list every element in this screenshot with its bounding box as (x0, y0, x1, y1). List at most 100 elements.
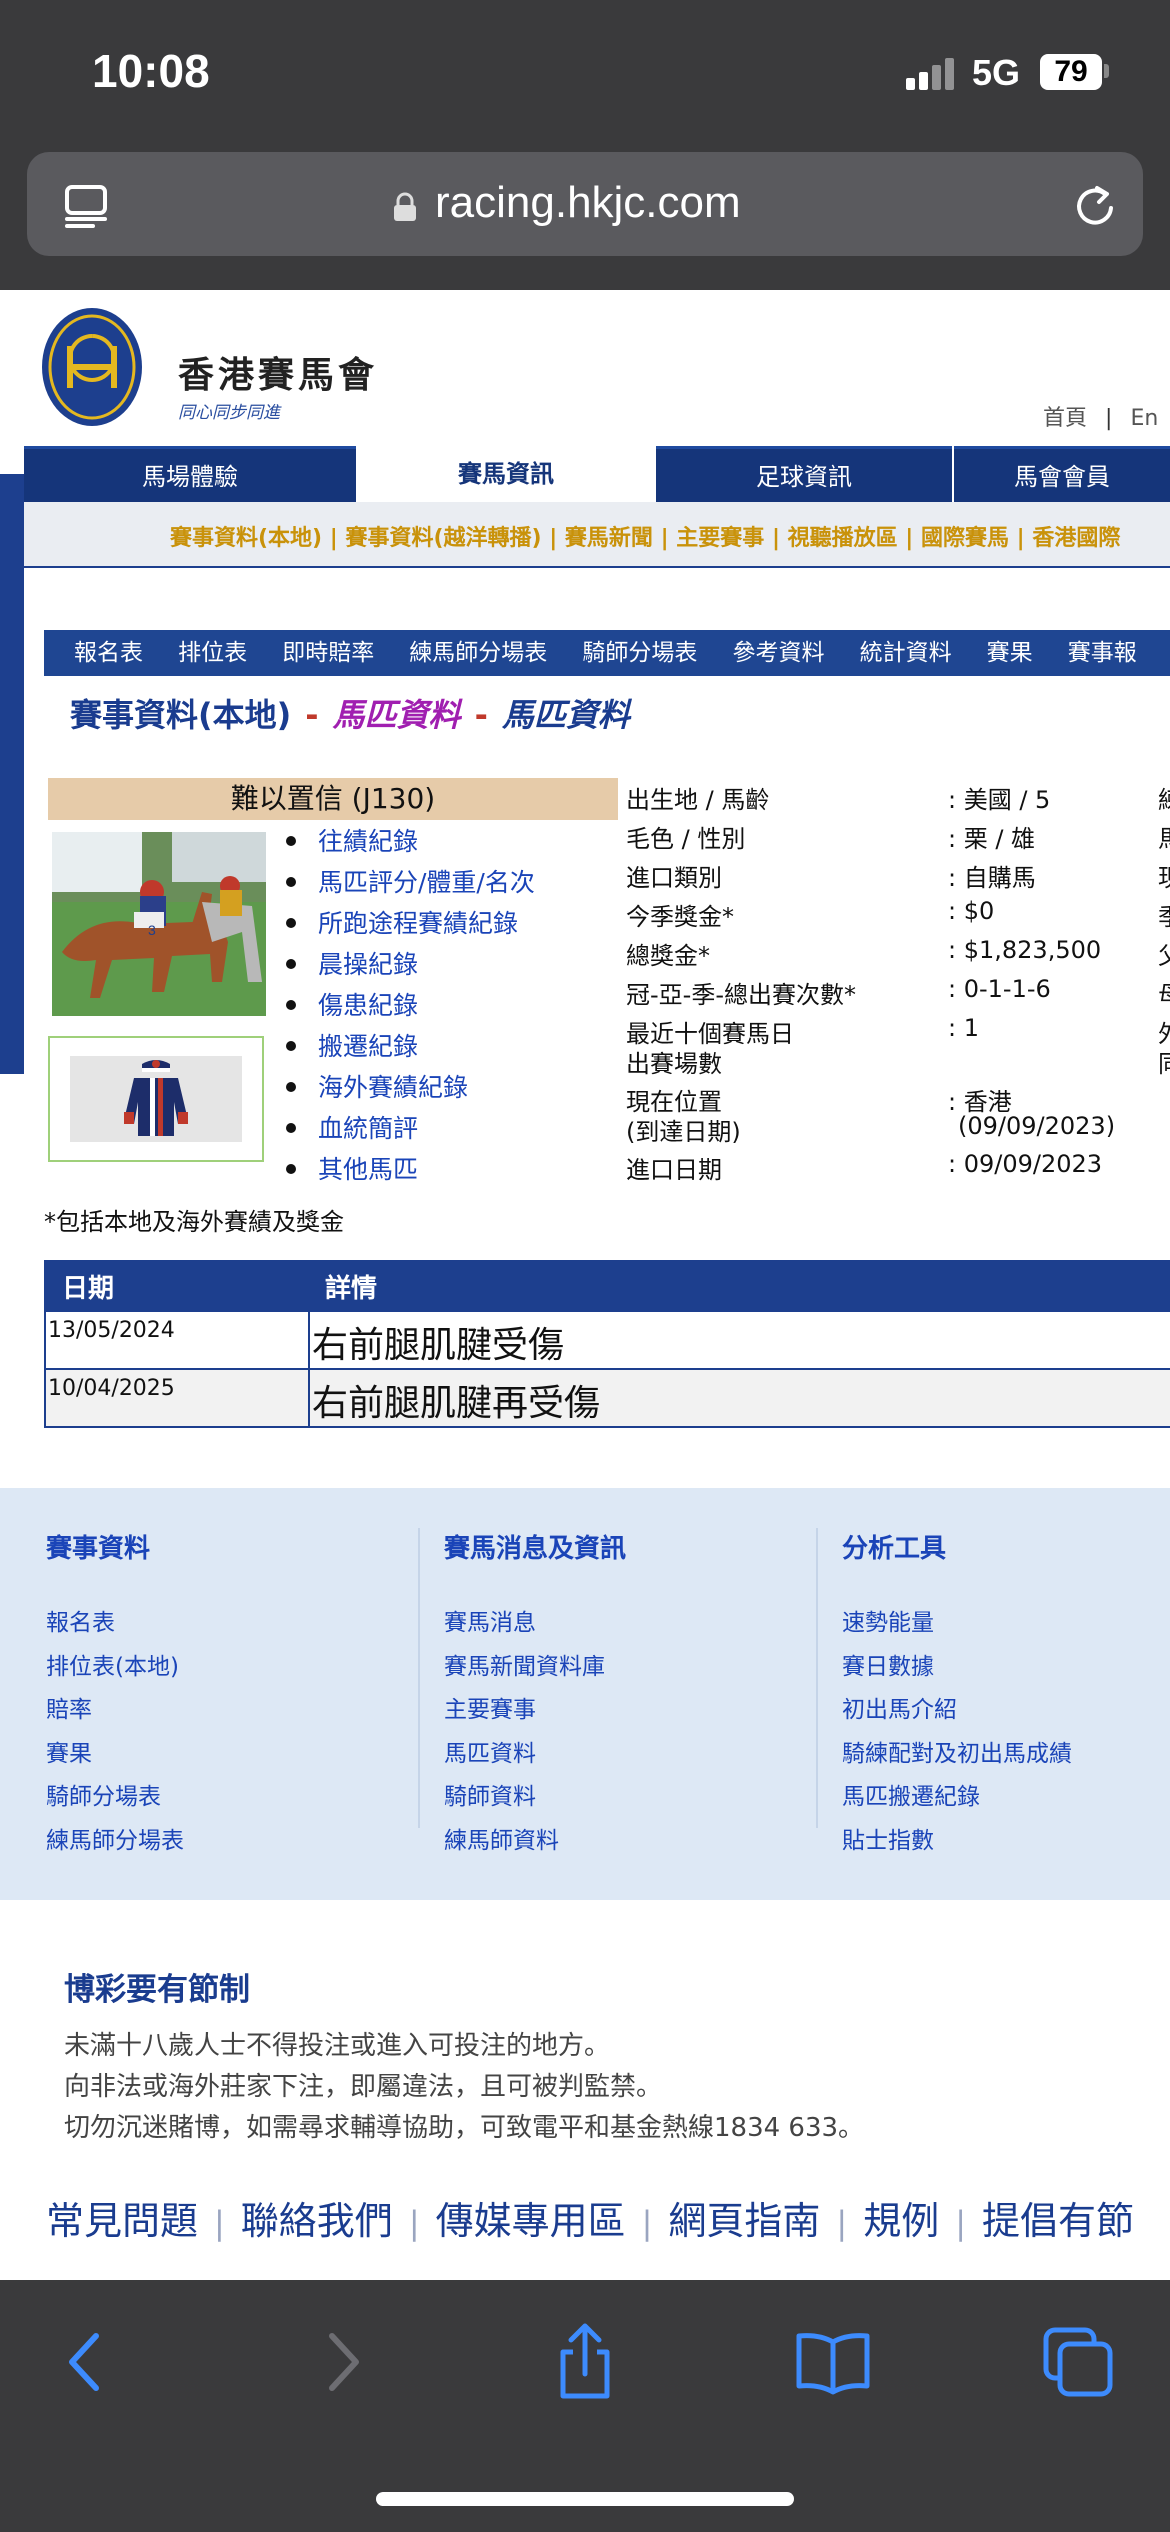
browser-address-area: racing.hkjc.com (0, 140, 1170, 290)
footer-link[interactable]: 賽馬新聞資料庫 (444, 1647, 626, 1691)
tab-racing-info[interactable]: 賽馬資訊 (358, 446, 654, 502)
horse-record-links: 往績紀錄 馬匹評分/體重/名次 所跑途程賽績紀錄 晨操紀錄 傷患紀錄 搬遷紀錄 … (284, 822, 535, 1191)
footer-heading: 賽馬消息及資訊 (444, 1534, 627, 1564)
section-nav-entries[interactable]: 報名表 (74, 630, 143, 676)
link-distance-records[interactable]: 所跑途程賽績紀錄 (284, 904, 535, 945)
section-nav-results[interactable]: 賽果 (987, 630, 1033, 676)
link-responsible-gambling[interactable]: 提倡有節 (982, 2199, 1134, 2243)
share-icon[interactable] (545, 2322, 625, 2402)
page-title-sub1: 馬匹資料 (332, 696, 461, 734)
browser-toolbar (0, 2280, 1170, 2532)
footer-link[interactable]: 貼士指數 (842, 1821, 1072, 1865)
link-contact-us[interactable]: 聯絡我們 (241, 2199, 393, 2243)
link-faq[interactable]: 常見問題 (46, 2199, 198, 2243)
link-pedigree-comment[interactable]: 血統簡評 (284, 1109, 535, 1150)
footer-heading: 賽事資料 (46, 1534, 151, 1564)
section-nav-race-card[interactable]: 排位表 (178, 630, 247, 676)
link-overseas-records[interactable]: 海外賽績紀錄 (284, 1068, 535, 1109)
brand-name: 香港賽馬會 (178, 354, 379, 396)
footer-column-race-info: 賽事資料 報名表 排位表(本地) 賠率 賽果 騎師分場表 練馬師分場表 (46, 1528, 184, 1865)
table-header-row: 日期 詳情 (45, 1261, 1170, 1311)
column-header-detail: 詳情 (309, 1261, 1170, 1311)
footer-link[interactable]: 馬匹資料 (444, 1734, 626, 1778)
footer-link[interactable]: 馬匹搬遷紀錄 (842, 1777, 1072, 1821)
bookmarks-icon[interactable] (793, 2322, 873, 2402)
tabs-icon[interactable] (1038, 2322, 1118, 2402)
footer-link[interactable]: 騎練配對及初出馬成績 (842, 1734, 1072, 1778)
responsible-gambling: 博彩要有節制 未滿十八歲人士不得投注或進入可投注的地方。 向非法或海外莊家下注，… (64, 1964, 864, 2148)
footer-link[interactable]: 賽馬消息 (444, 1603, 626, 1647)
home-indicator (376, 2492, 794, 2506)
section-nav-race-report[interactable]: 賽事報 (1068, 630, 1137, 676)
page-title-main: 賽事資料(本地) (70, 696, 292, 734)
link-other-horses[interactable]: 其他馬匹 (284, 1150, 535, 1191)
tab-racecourse-experience[interactable]: 馬場體驗 (24, 446, 356, 502)
url-text[interactable]: racing.hkjc.com (435, 178, 741, 228)
network-type: 5G (972, 52, 1021, 93)
footer-link[interactable]: 速勢能量 (842, 1603, 1072, 1647)
back-icon[interactable] (48, 2322, 128, 2402)
section-nav-reference[interactable]: 參考資料 (732, 630, 824, 676)
link-veterinary-records[interactable]: 傷患紀錄 (284, 986, 535, 1027)
footer-link[interactable]: 排位表(本地) (46, 1647, 184, 1691)
footer-link[interactable]: 賽果 (46, 1734, 184, 1778)
link-movement-records[interactable]: 搬遷紀錄 (284, 1027, 535, 1068)
reload-icon[interactable] (1067, 178, 1123, 234)
injury-table: 日期 詳情 13/05/2024 右前腿肌腱受傷 10/04/2025 右前腿肌… (44, 1260, 1170, 1428)
racing-sub-menu: 賽事資料(本地) | 賽事資料(越洋轉播) | 賽馬新聞 | 主要賽事 | 視聽… (24, 502, 1170, 568)
footer-divider (418, 1528, 420, 1828)
svg-text:3: 3 (148, 922, 156, 938)
footer-column-analysis-tools: 分析工具 速勢能量 賽日數據 初出馬介紹 騎練配對及初出馬成績 馬匹搬遷紀錄 貼… (842, 1528, 1072, 1865)
tab-football-info[interactable]: 足球資訊 (656, 446, 952, 502)
link-rating-weight-placing[interactable]: 馬匹評分/體重/名次 (284, 863, 535, 904)
section-nav-statistics[interactable]: 統計資料 (860, 630, 952, 676)
footer-link[interactable]: 騎師分場表 (46, 1777, 184, 1821)
injury-date: 10/04/2025 (45, 1368, 310, 1427)
section-nav-jockey-ranking[interactable]: 騎師分場表 (582, 630, 697, 676)
link-past-performance[interactable]: 往績紀錄 (284, 822, 535, 863)
footer-heading: 分析工具 (842, 1534, 947, 1564)
battery-tip (1104, 64, 1109, 78)
english-link[interactable]: En (1130, 406, 1158, 431)
table-row: 13/05/2024 右前腿肌腱受傷 (45, 1310, 1170, 1369)
address-bar[interactable]: racing.hkjc.com (27, 152, 1143, 256)
injury-detail: 右前腿肌腱再受傷 (309, 1368, 1170, 1427)
section-nav: 報名表 排位表 即時賠率 練馬師分場表 騎師分場表 參考資料 統計資料 賽果 賽… (44, 630, 1170, 676)
forward-icon[interactable] (300, 2322, 380, 2402)
home-link[interactable]: 首頁 (1043, 406, 1087, 431)
status-bar: 10:08 5G 79 (0, 0, 1170, 140)
status-time: 10:08 (92, 45, 210, 97)
main-nav: 馬場體驗 賽馬資訊 足球資訊 馬會會員 (24, 446, 1170, 502)
signal-icon (906, 56, 958, 90)
footer-column-racing-news: 賽馬消息及資訊 賽馬消息 賽馬新聞資料庫 主要賽事 馬匹資料 騎師資料 練馬師資… (444, 1528, 626, 1865)
footer-link[interactable]: 賠率 (46, 1690, 184, 1734)
responsible-gambling-title: 博彩要有節制 (64, 1972, 250, 2008)
footer-link[interactable]: 報名表 (46, 1603, 184, 1647)
link-site-guide[interactable]: 網頁指南 (668, 2199, 820, 2243)
footer-sitemap: 賽事資料 報名表 排位表(本地) 賠率 賽果 騎師分場表 練馬師分場表 賽馬消息… (0, 1488, 1170, 1900)
page-title-sub2: 馬匹資料 (501, 696, 630, 734)
column-header-date: 日期 (45, 1261, 309, 1311)
footer-link[interactable]: 主要賽事 (444, 1690, 626, 1734)
injury-detail: 右前腿肌腱受傷 (309, 1310, 1170, 1369)
battery-icon: 79 (1040, 54, 1102, 90)
footer-link[interactable]: 初出馬介紹 (842, 1690, 1072, 1734)
footer-link[interactable]: 練馬師分場表 (46, 1821, 184, 1865)
sub-menu-links[interactable]: 賽事資料(本地) | 賽事資料(越洋轉播) | 賽馬新聞 | 主要賽事 | 視聽… (170, 520, 1120, 552)
top-links: 首頁 | En (1043, 406, 1159, 431)
footer-link[interactable]: 賽日數據 (842, 1647, 1072, 1691)
footer-divider (816, 1528, 818, 1828)
link-trackwork[interactable]: 晨操紀錄 (284, 945, 535, 986)
link-media-zone[interactable]: 傳媒專用區 (436, 2199, 626, 2243)
footer-link[interactable]: 練馬師資料 (444, 1821, 626, 1865)
tab-club-membership[interactable]: 馬會會員 (954, 446, 1170, 502)
page-title-sep: - (305, 696, 319, 734)
section-nav-odds[interactable]: 即時賠率 (282, 630, 374, 676)
brand-slogan: 同心同步同進 (178, 403, 280, 423)
footer-link[interactable]: 騎師資料 (444, 1777, 626, 1821)
hkjc-logo[interactable] (40, 306, 144, 428)
bottom-links: 常見問題 | 聯絡我們 | 傳媒專用區 | 網頁指南 | 規例 | 提倡有節 (46, 2199, 1134, 2243)
link-regulations[interactable]: 規例 (863, 2199, 939, 2243)
section-nav-trainer-ranking[interactable]: 練馬師分場表 (409, 630, 547, 676)
page-menu-icon[interactable] (63, 184, 111, 228)
